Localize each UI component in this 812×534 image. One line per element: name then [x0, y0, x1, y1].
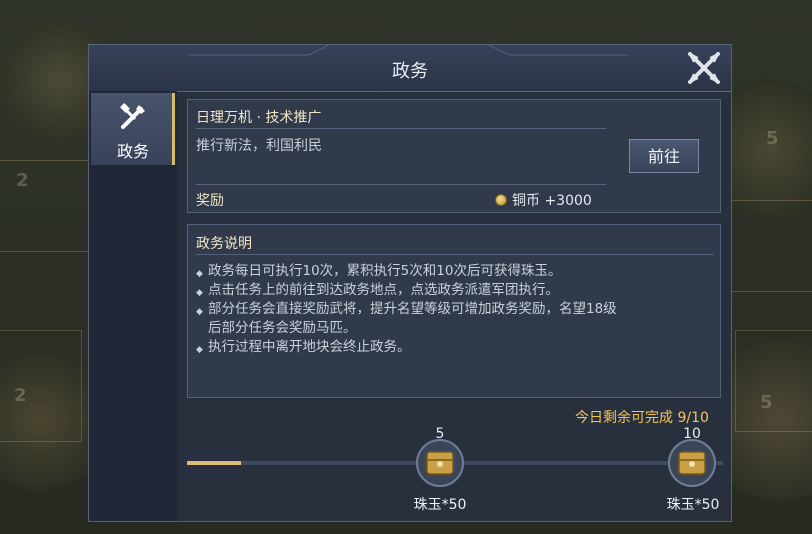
map-hex-tile [0, 330, 82, 442]
rules-panel: 政务说明 ◆ 政务每日可执行10次，累积执行5次和10次后可获得珠玉。 ◆ 点击… [187, 224, 721, 398]
bullet-icon: ◆ [196, 269, 203, 279]
tab-government-affairs[interactable]: 政务 [91, 93, 175, 165]
progress-fill [187, 461, 241, 465]
goto-button[interactable]: 前往 [629, 139, 699, 173]
map-hex-tile [730, 200, 812, 292]
milestone-reward: 珠玉*50 [666, 497, 720, 513]
dialog-header: 政务 [89, 45, 731, 92]
milestone-reward: 珠玉*50 [413, 497, 467, 513]
side-tab-bar: 政务 [89, 91, 177, 521]
reward-value: 铜币 +3000 [512, 193, 592, 209]
reward-label: 奖励 [196, 193, 224, 209]
bullet-icon: ◆ [196, 288, 203, 298]
task-title: 日理万机 · 技术推广 [196, 110, 322, 126]
map-tile-number: 2 [14, 385, 27, 406]
divider [196, 254, 714, 255]
map-tile-number: 5 [766, 128, 779, 149]
map-tile-number: 2 [16, 170, 29, 191]
tab-label: 政务 [116, 142, 149, 161]
rules-title: 政务说明 [196, 236, 252, 252]
rule-item: 执行过程中离开地块会终止政务。 [208, 339, 411, 355]
map-tile-number: 5 [760, 392, 773, 413]
bullet-icon: ◆ [196, 307, 203, 317]
bullet-icon: ◆ [196, 345, 203, 355]
close-icon [688, 52, 720, 84]
brush-seal-icon [120, 103, 145, 129]
rule-item: 点击任务上的前往到达政务地点，点选政务派遣军团执行。 [208, 282, 559, 298]
divider [196, 184, 606, 185]
close-button[interactable] [685, 49, 723, 87]
treasure-chest-icon[interactable] [667, 438, 717, 488]
rule-item-continued: 后部分任务会奖励马匹。 [208, 320, 357, 336]
treasure-chest-icon[interactable] [415, 438, 465, 488]
rule-item: 部分任务会直接奖励武将，提升名望等级可增加政务奖励，名望18级 [208, 301, 617, 317]
copper-coin-icon [495, 194, 507, 206]
government-affairs-dialog: 政务 政务 日理万机 · 技术推广 推行新法，利国利民 前往 奖励 铜币 +30… [88, 44, 732, 522]
map-hex-tile [735, 330, 812, 432]
remaining-count: 今日剩余可完成 9/10 [575, 410, 709, 426]
dialog-title: 政务 [392, 61, 428, 82]
task-panel: 日理万机 · 技术推广 推行新法，利国利民 前往 奖励 铜币 +3000 [187, 99, 721, 213]
rule-item: 政务每日可执行10次，累积执行5次和10次后可获得珠玉。 [208, 263, 562, 279]
divider [196, 128, 606, 129]
task-description: 推行新法，利国利民 [196, 138, 322, 154]
